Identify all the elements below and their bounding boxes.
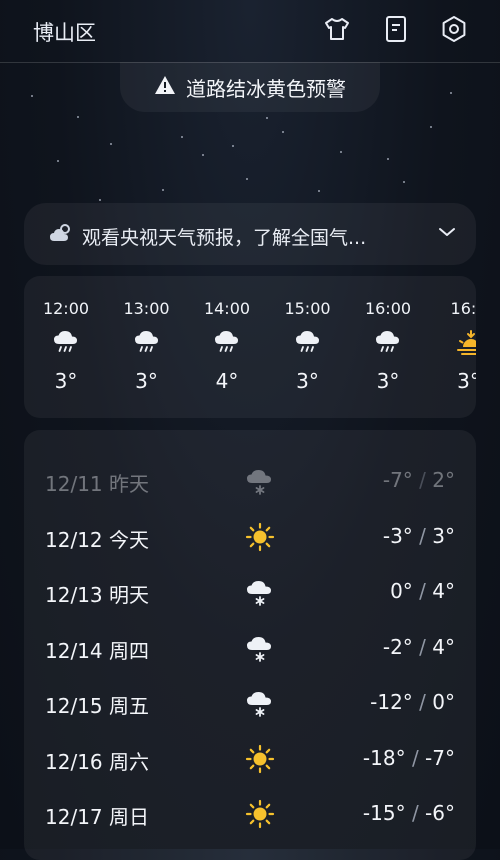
note-icon[interactable] (381, 14, 411, 44)
hour-temp: 3° (54, 369, 78, 393)
day-temp-range: -2° / 4° (383, 635, 455, 659)
rain-icon (295, 329, 321, 359)
day-temp-range: -15° / -6° (363, 801, 455, 825)
day-date: 12/12 今天 (45, 527, 149, 552)
day-date: 12/17 周日 (45, 805, 149, 829)
daily-row[interactable]: 12/12 今天 -3° / 3° (24, 510, 476, 566)
temp-low: -12° (370, 690, 413, 714)
daily-row[interactable]: 12/16 周六 -18° / -7° (24, 732, 476, 788)
temp-low: 0° (390, 579, 413, 603)
hour-temp: 3° (376, 369, 400, 393)
temp-low: -15° (362, 801, 406, 825)
rain-icon (134, 329, 160, 359)
daily-row[interactable]: 12/13 明天 0° / 4° (24, 565, 476, 621)
hour-temp: 3° (296, 369, 319, 393)
temp-separator: / (412, 690, 433, 714)
hourly-item: 13:00 3° (107, 276, 187, 418)
daily-row[interactable]: 12/17 周日 -15° / -6° (24, 787, 476, 843)
settings-icon[interactable] (439, 14, 469, 44)
temp-high: 4° (432, 579, 455, 603)
hourly-item: 16:5 3° (429, 276, 476, 418)
hour-time: 14:00 (203, 299, 251, 318)
temp-low: -2° (382, 634, 413, 659)
temp-high: 0° (432, 690, 455, 714)
snow-icon (245, 688, 275, 722)
temp-low: -18° (362, 745, 406, 770)
day-temp-range: 0° / 4° (390, 579, 455, 603)
hour-time: 16:00 (364, 299, 412, 318)
rain-icon (214, 329, 240, 359)
snow-icon (245, 633, 275, 667)
hour-time: 12:00 (42, 299, 90, 318)
partly-cloudy-icon (48, 221, 74, 249)
daily-row[interactable]: 12/11 昨天 -7° / 2° (24, 454, 476, 510)
hour-temp: 3° (457, 369, 476, 393)
temp-high: 2° (432, 468, 455, 492)
day-temp-range: -18° / -7° (363, 746, 455, 770)
city-name[interactable]: 博山区 (33, 17, 96, 47)
news-text: 观看央视天气预报，了解全国气... (82, 227, 367, 249)
temp-separator: / (412, 468, 433, 492)
temp-low: -7° (382, 468, 413, 492)
sun-icon (245, 522, 275, 556)
temp-high: 4° (432, 634, 455, 659)
day-date: 12/14 周四 (45, 638, 149, 663)
temp-separator: / (405, 745, 426, 770)
outfit-icon[interactable] (322, 14, 352, 44)
day-date: 12/13 明天 (45, 583, 149, 607)
daily-forecast: 12/11 昨天 -7° / 2° 12/12 今天 -3° / 3° 12/13 明天… (24, 430, 476, 860)
hour-temp: 4° (215, 369, 239, 393)
rain-icon (53, 329, 79, 359)
alert-text: 道路结冰黄色预警 (186, 76, 346, 101)
hourly-item: 12:00 3° (26, 276, 106, 418)
hour-time: 13:00 (123, 299, 170, 318)
temp-high: -6° (425, 801, 455, 825)
hourly-item: 14:00 4° (187, 276, 267, 418)
day-temp-range: -3° / 3° (383, 524, 455, 548)
rain-icon (375, 329, 401, 359)
sun-icon (245, 799, 275, 833)
temp-separator: / (412, 634, 433, 659)
hour-time: 15:00 (284, 299, 331, 318)
day-date: 12/15 周五 (45, 694, 149, 718)
temp-separator: / (412, 579, 433, 603)
day-date: 12/11 昨天 (45, 472, 149, 496)
day-temp-range: -7° / 2° (383, 468, 455, 492)
hourly-forecast[interactable]: 12:00 3° 13:00 3° 14:00 4° 15:00 3° 16:00 3° 16:5 3… (24, 276, 476, 418)
top-bar: 博山区 (0, 0, 500, 63)
snow-icon (245, 466, 275, 500)
snow-icon (245, 577, 275, 611)
temp-low: -3° (382, 523, 413, 548)
sun-icon (245, 744, 275, 778)
news-card[interactable]: 观看央视天气预报，了解全国气... (24, 203, 476, 265)
hourly-item: 15:00 3° (268, 276, 348, 418)
temp-separator: / (405, 801, 426, 825)
temp-high: -7° (425, 745, 455, 770)
warning-icon (154, 75, 176, 99)
daily-row[interactable]: 12/14 周四 -2° / 4° (24, 621, 476, 677)
chevron-down-icon[interactable] (434, 219, 460, 249)
day-temp-range: -12° / 0° (370, 690, 455, 714)
hour-temp: 3° (135, 369, 158, 393)
daily-row[interactable]: 12/15 周五 -12° / 0° (24, 676, 476, 732)
hourly-item: 16:00 3° (348, 276, 428, 418)
sunset-icon (456, 329, 476, 361)
day-date: 12/16 周六 (45, 749, 149, 774)
temp-high: 3° (432, 523, 455, 548)
hour-time: 16:5 (450, 299, 476, 318)
temp-separator: / (412, 523, 433, 548)
weather-alert-banner[interactable]: 道路结冰黄色预警 (120, 62, 380, 112)
